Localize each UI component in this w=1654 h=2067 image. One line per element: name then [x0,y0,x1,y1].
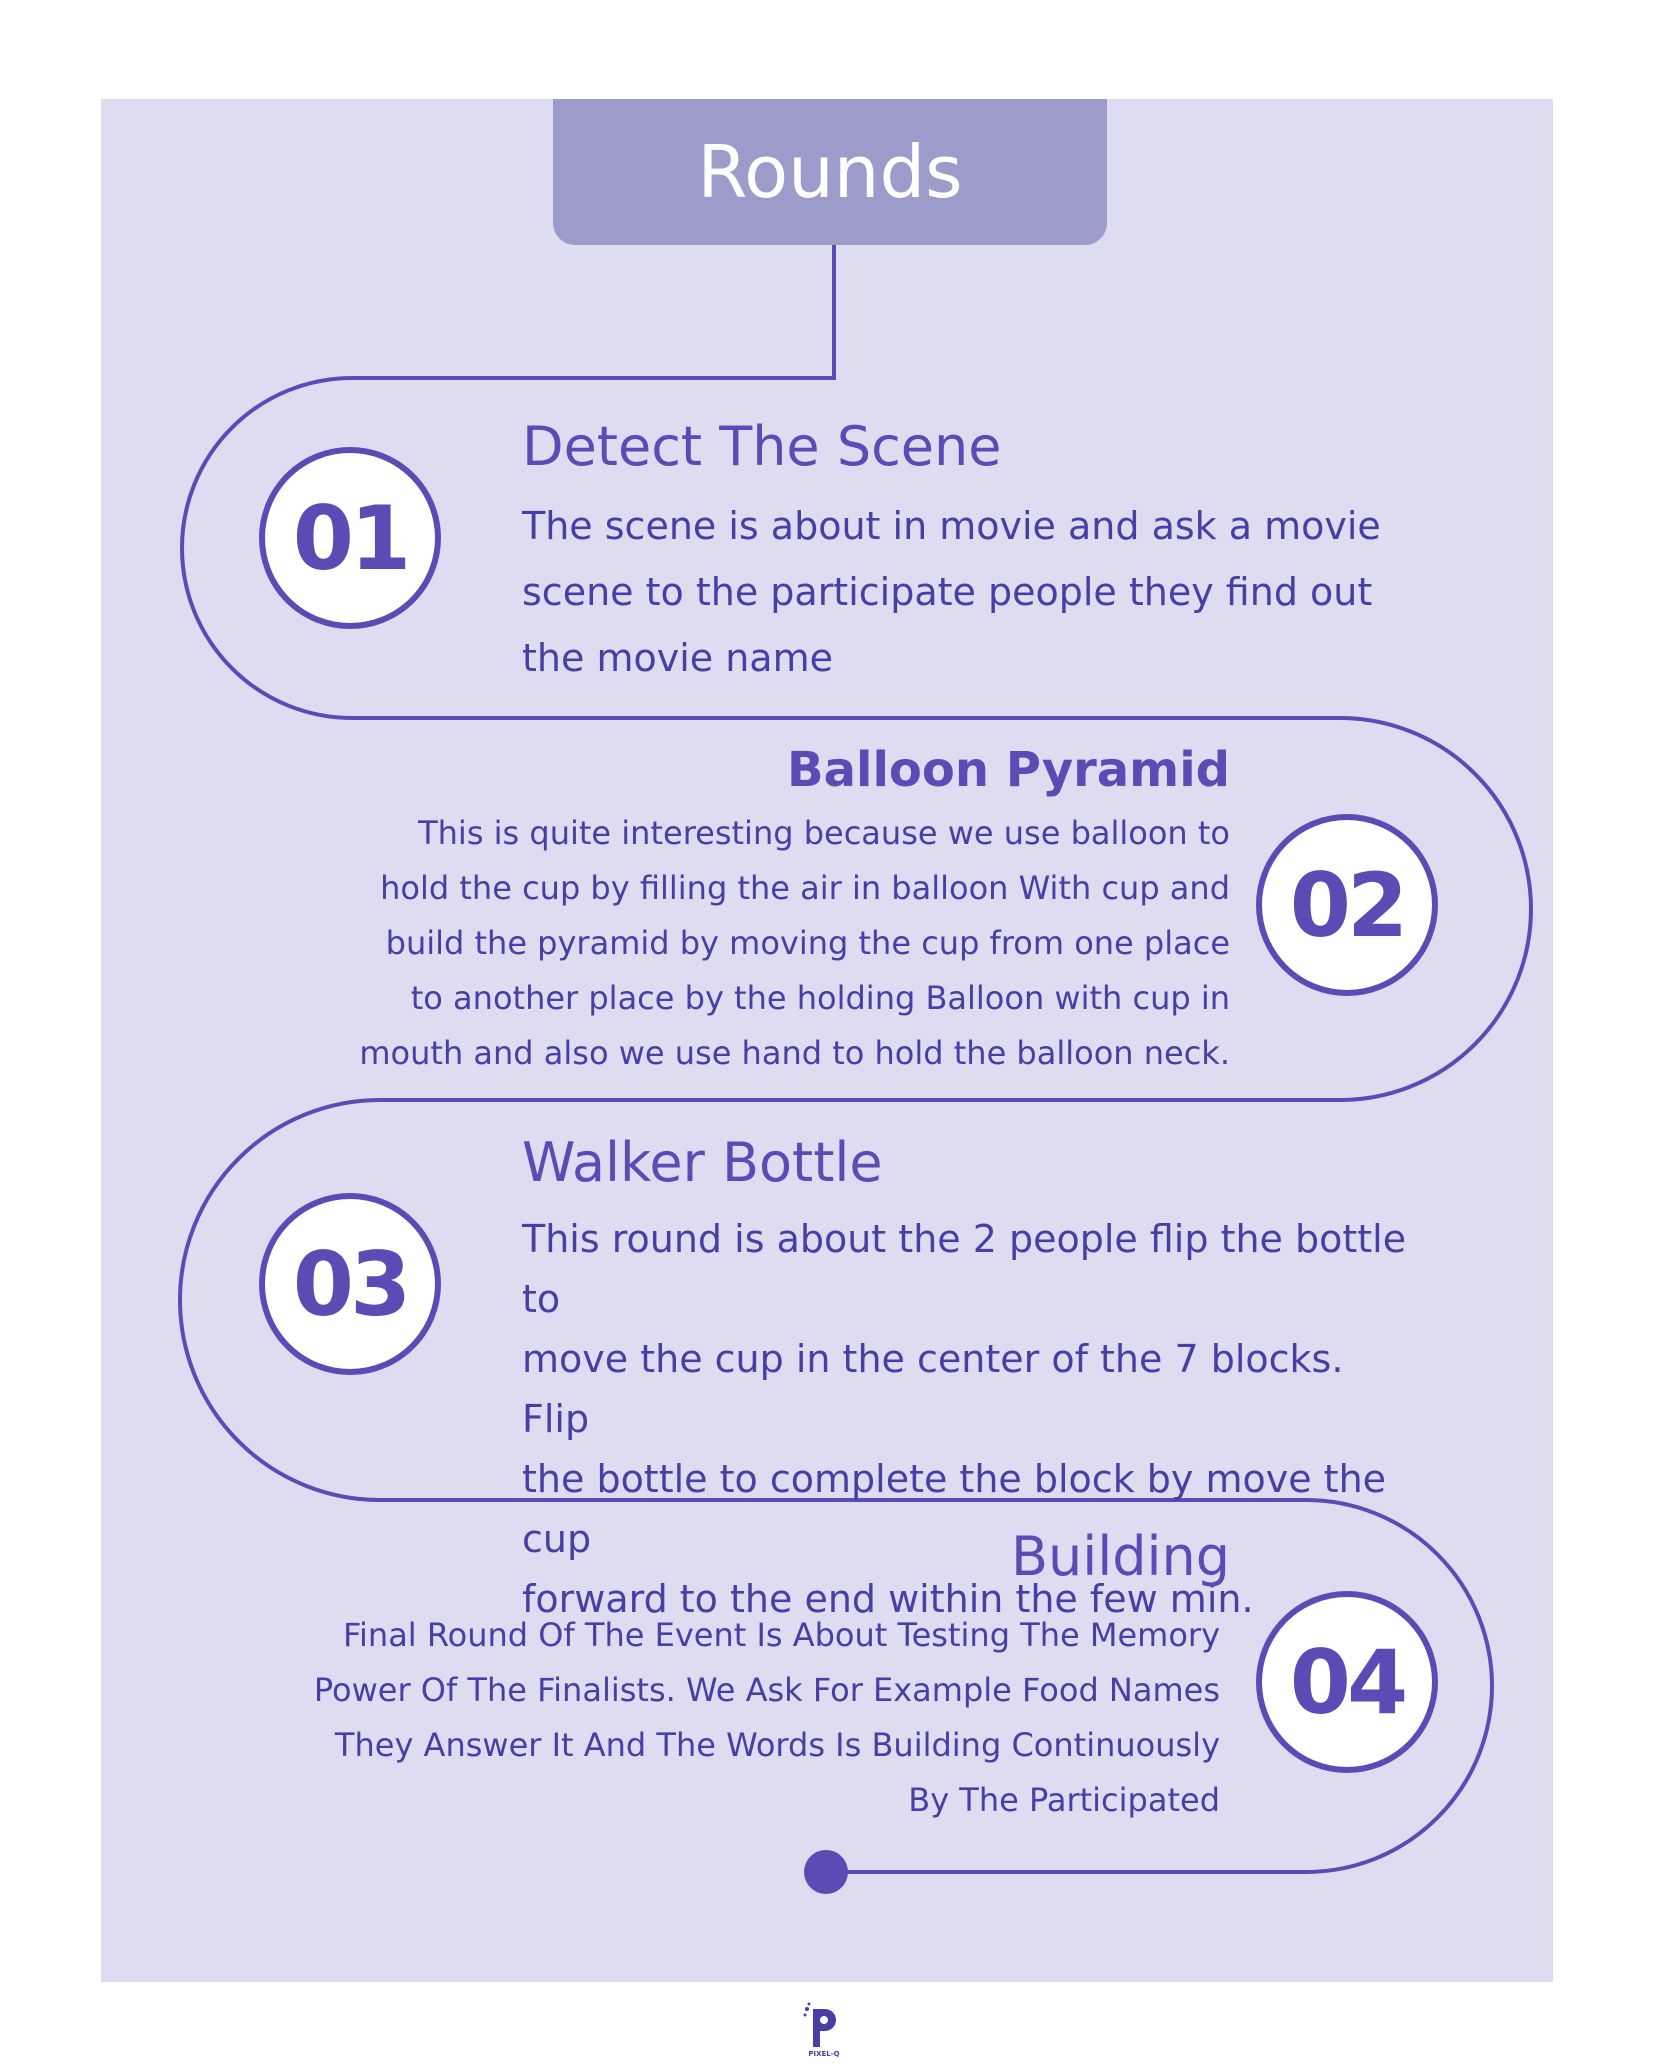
round-description-line: This round is about the 2 people flip th… [522,1217,1407,1321]
round-description-line: the movie name [522,636,833,680]
round-heading-01: Detect The Scene [522,415,1002,478]
round-heading-04: Building [1010,1525,1230,1588]
round-description-line: mouth and also we use hand to hold the b… [359,1034,1230,1072]
round-description-line: Power Of The Finalists. We Ask For Examp… [313,1671,1220,1709]
round-description-line: move the cup in the center of the 7 bloc… [522,1337,1344,1441]
round-description-line: build the pyramid by moving the cup from… [385,924,1230,962]
round-description-02: This is quite interesting because we use… [250,806,1230,1081]
round-number-badge-01: 01 [259,447,441,629]
round-description-04: Final Round Of The Event Is About Testin… [230,1608,1220,1828]
timeline-end-dot [804,1850,848,1894]
round-description-01: The scene is about in movie and ask a mo… [522,493,1422,691]
round-description-line: They Answer It And The Words Is Building… [334,1726,1220,1764]
round-description-line: scene to the participate people they fin… [522,570,1373,614]
round-number-badge-04: 04 [1256,1591,1438,1773]
round-number-badge-03: 03 [259,1193,441,1375]
round-description-line: This is quite interesting because we use… [418,814,1230,852]
round-description-line: to another place by the holding Balloon … [410,979,1230,1017]
page-title: Rounds [553,99,1107,245]
round-heading-03: Walker Bottle [522,1131,883,1194]
logo-wordmark: PIXEL-Q [808,2050,840,2058]
round-description-line: Final Round Of The Event Is About Testin… [342,1616,1220,1654]
round-heading-02: Balloon Pyramid [787,742,1230,798]
round-number-badge-02: 02 [1256,814,1438,996]
round-description-line: By The Participated [908,1781,1220,1819]
round-description-line: The scene is about in movie and ask a mo… [522,504,1381,548]
round-description-line: hold the cup by filling the air in ballo… [380,869,1230,907]
